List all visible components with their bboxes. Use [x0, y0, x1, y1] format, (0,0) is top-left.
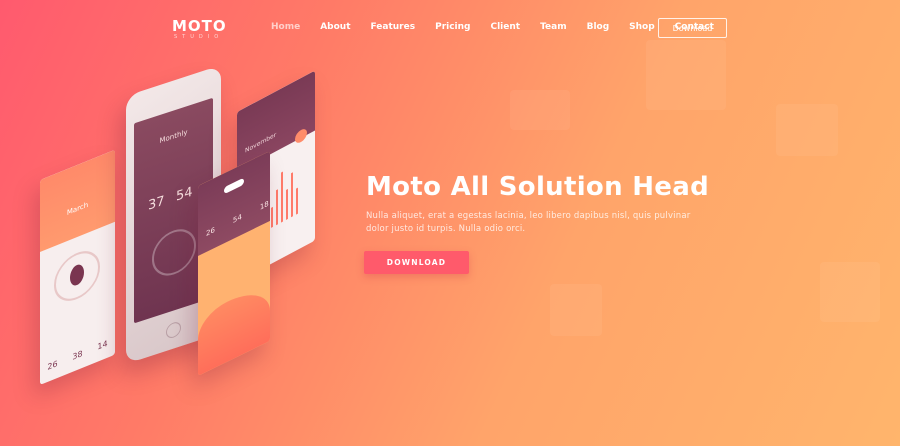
stat-value: 18 — [259, 199, 269, 212]
hero-title: Moto All Solution Head — [366, 172, 710, 202]
card-month-label: March — [66, 200, 89, 218]
hero-download-button[interactable]: DOWNLOAD — [364, 251, 469, 274]
card-stats: 26 54 18 — [206, 199, 269, 238]
phone-home-button — [166, 320, 181, 341]
nav-item-blog[interactable]: Blog — [587, 22, 610, 32]
graph-bar — [286, 188, 288, 220]
nav-item-team[interactable]: Team — [540, 22, 567, 32]
card-month-label: November — [245, 131, 277, 155]
bg-decoration — [776, 104, 838, 156]
card-header: March — [40, 149, 115, 252]
nav-item-client[interactable]: Client — [490, 22, 520, 32]
phone-ring — [152, 223, 196, 282]
bg-decoration — [550, 284, 602, 336]
graph-bar — [291, 172, 293, 218]
phone-screen-title: Monthly — [159, 128, 188, 146]
app-card-left: March 26 38 14 — [40, 149, 115, 385]
bg-decoration — [510, 90, 570, 130]
stat-value: 26 — [206, 225, 215, 239]
avatar-dot — [295, 126, 307, 146]
bar-graph — [271, 154, 298, 228]
hero-subtitle: Nulla aliquet, erat a egestas lacinia, l… — [366, 211, 691, 234]
toggle-pill — [224, 177, 244, 195]
graph-bar — [296, 187, 298, 215]
bg-decoration — [820, 262, 880, 322]
card-stats: 26 38 14 — [40, 336, 115, 375]
graph-bar — [281, 171, 283, 223]
wave-graphic — [198, 280, 270, 376]
nav-item-about[interactable]: About — [320, 22, 350, 32]
graph-bar — [271, 206, 273, 228]
nav-item-features[interactable]: Features — [371, 22, 416, 32]
stat-value: 14 — [97, 338, 108, 352]
stat-value: 26 — [47, 358, 58, 373]
top-navbar: MOTO STUDIO Home About Features Pricing … — [0, 0, 900, 56]
logo[interactable]: MOTO — [172, 17, 227, 35]
card-header: November — [237, 70, 315, 172]
phone-stat-a: 37 — [148, 193, 165, 214]
logo-tagline: STUDIO — [174, 34, 224, 40]
app-card-front: 26 54 18 — [198, 150, 270, 376]
stat-value: 38 — [72, 348, 83, 362]
graph-bar — [276, 189, 278, 226]
nav-item-shop[interactable]: Shop — [629, 22, 655, 32]
phone-stat-b: 54 — [176, 184, 193, 205]
nav-item-pricing[interactable]: Pricing — [435, 22, 470, 32]
nav-item-home[interactable]: Home — [271, 22, 300, 32]
nav-download-button[interactable]: Download — [658, 18, 727, 38]
stat-value: 54 — [232, 212, 242, 225]
